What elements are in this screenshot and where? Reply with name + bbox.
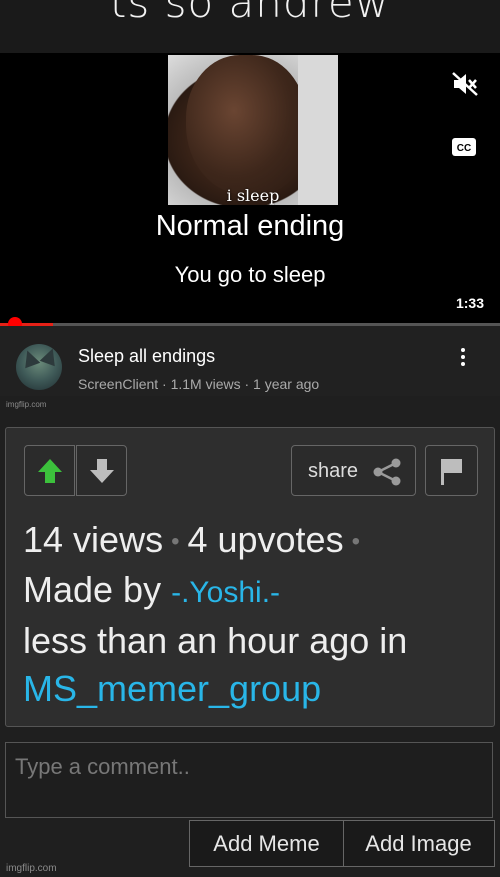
sleeping-meme-image: i sleep xyxy=(168,55,338,205)
video-caption-line1: Normal ending xyxy=(155,210,345,242)
more-options-icon[interactable] xyxy=(455,348,471,372)
separator-dot: • xyxy=(171,528,180,556)
upvote-button[interactable] xyxy=(24,445,75,496)
video-caption-line2: You go to sleep xyxy=(174,262,326,287)
video-info-row: Sleep all endings ScreenClient · 1.1M vi… xyxy=(0,326,500,396)
top-caption: ts so andrew xyxy=(0,0,500,53)
share-button[interactable]: share xyxy=(291,445,416,496)
share-button-label: share xyxy=(308,460,359,482)
closed-captions-icon[interactable]: CC xyxy=(452,138,476,156)
video-meta: ScreenClient · 1.1M views · 1 year ago xyxy=(78,376,320,392)
video-title[interactable]: Sleep all endings xyxy=(78,346,215,367)
add-image-button[interactable]: Add Image xyxy=(343,821,494,866)
top-caption-text: ts so andrew xyxy=(109,0,391,27)
avatar-ear xyxy=(19,347,41,369)
meme-caption: i sleep xyxy=(226,186,280,205)
imgflip-watermark-bottom: imgflip.com xyxy=(6,863,57,874)
separator-dot: • xyxy=(351,528,360,556)
meme-pillow xyxy=(298,55,338,205)
posted-time: less than an hour ago in xyxy=(23,620,408,662)
meme-info-card: share 14 views • 4 upvotes • Made by -.Yosh… xyxy=(5,427,495,727)
add-meme-button[interactable]: Add Meme xyxy=(190,821,344,866)
avatar-ear xyxy=(39,345,61,367)
comment-input[interactable]: Type a comment.. xyxy=(5,742,493,818)
meme-face xyxy=(186,55,306,195)
comment-placeholder: Type a comment.. xyxy=(15,754,190,779)
mute-icon[interactable] xyxy=(451,71,479,97)
imgflip-watermark: imgflip.com xyxy=(6,400,47,409)
view-count: 14 views xyxy=(23,519,164,560)
upvote-count: 4 upvotes xyxy=(187,519,344,560)
stream-link[interactable]: MS_memer_group xyxy=(23,668,321,709)
made-by-label: Made by xyxy=(23,569,162,611)
flag-icon xyxy=(441,459,462,485)
downvote-button[interactable] xyxy=(76,445,127,496)
share-icon xyxy=(373,458,401,486)
video-duration: 1:33 xyxy=(455,295,484,311)
meme-stats: 14 views • 4 upvotes • Made by -.Yoshi.- le… xyxy=(23,516,488,713)
svg-text:CC: CC xyxy=(457,143,471,154)
channel-avatar[interactable] xyxy=(16,344,62,390)
author-link[interactable]: -.Yoshi.- xyxy=(171,576,280,609)
downvote-arrow-icon xyxy=(90,459,114,483)
comment-actions: Add Meme Add Image xyxy=(189,820,495,867)
video-player[interactable]: i sleep Normal ending You go to sleep CC… xyxy=(0,53,500,323)
flag-button[interactable] xyxy=(425,445,478,496)
upvote-arrow-icon xyxy=(38,459,62,483)
